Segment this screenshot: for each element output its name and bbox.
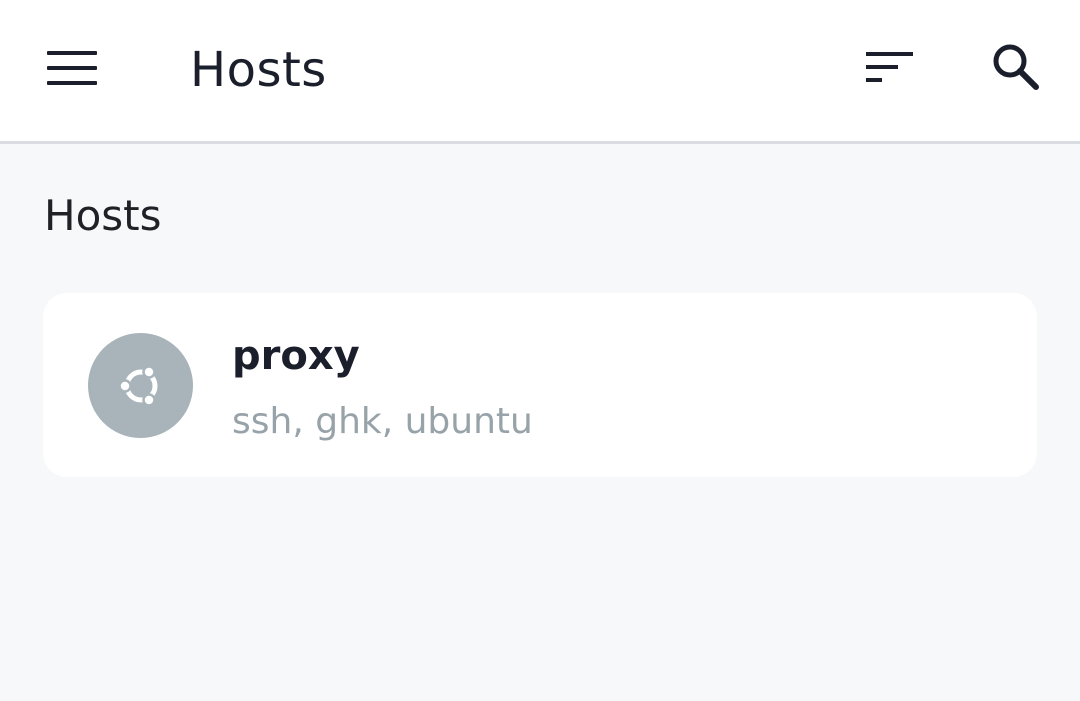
section-title-hosts: Hosts bbox=[44, 191, 162, 240]
search-icon bbox=[993, 44, 1039, 90]
host-tags: ssh, ghk, ubuntu bbox=[232, 401, 533, 442]
top-app-bar: Hosts bbox=[0, 0, 1080, 144]
sort-button[interactable] bbox=[852, 36, 928, 100]
menu-icon bbox=[47, 51, 97, 85]
host-name: proxy bbox=[232, 333, 360, 379]
host-card[interactable]: proxy ssh, ghk, ubuntu bbox=[43, 293, 1037, 477]
sort-icon bbox=[866, 52, 913, 82]
app-root: Hosts Hosts proxy ssh, ghk, ubuntu bbox=[0, 0, 1080, 701]
page-title: Hosts bbox=[190, 42, 327, 98]
ubuntu-icon bbox=[117, 364, 157, 407]
menu-button[interactable] bbox=[36, 36, 108, 100]
host-os-avatar bbox=[88, 333, 193, 438]
search-button[interactable] bbox=[978, 34, 1054, 100]
